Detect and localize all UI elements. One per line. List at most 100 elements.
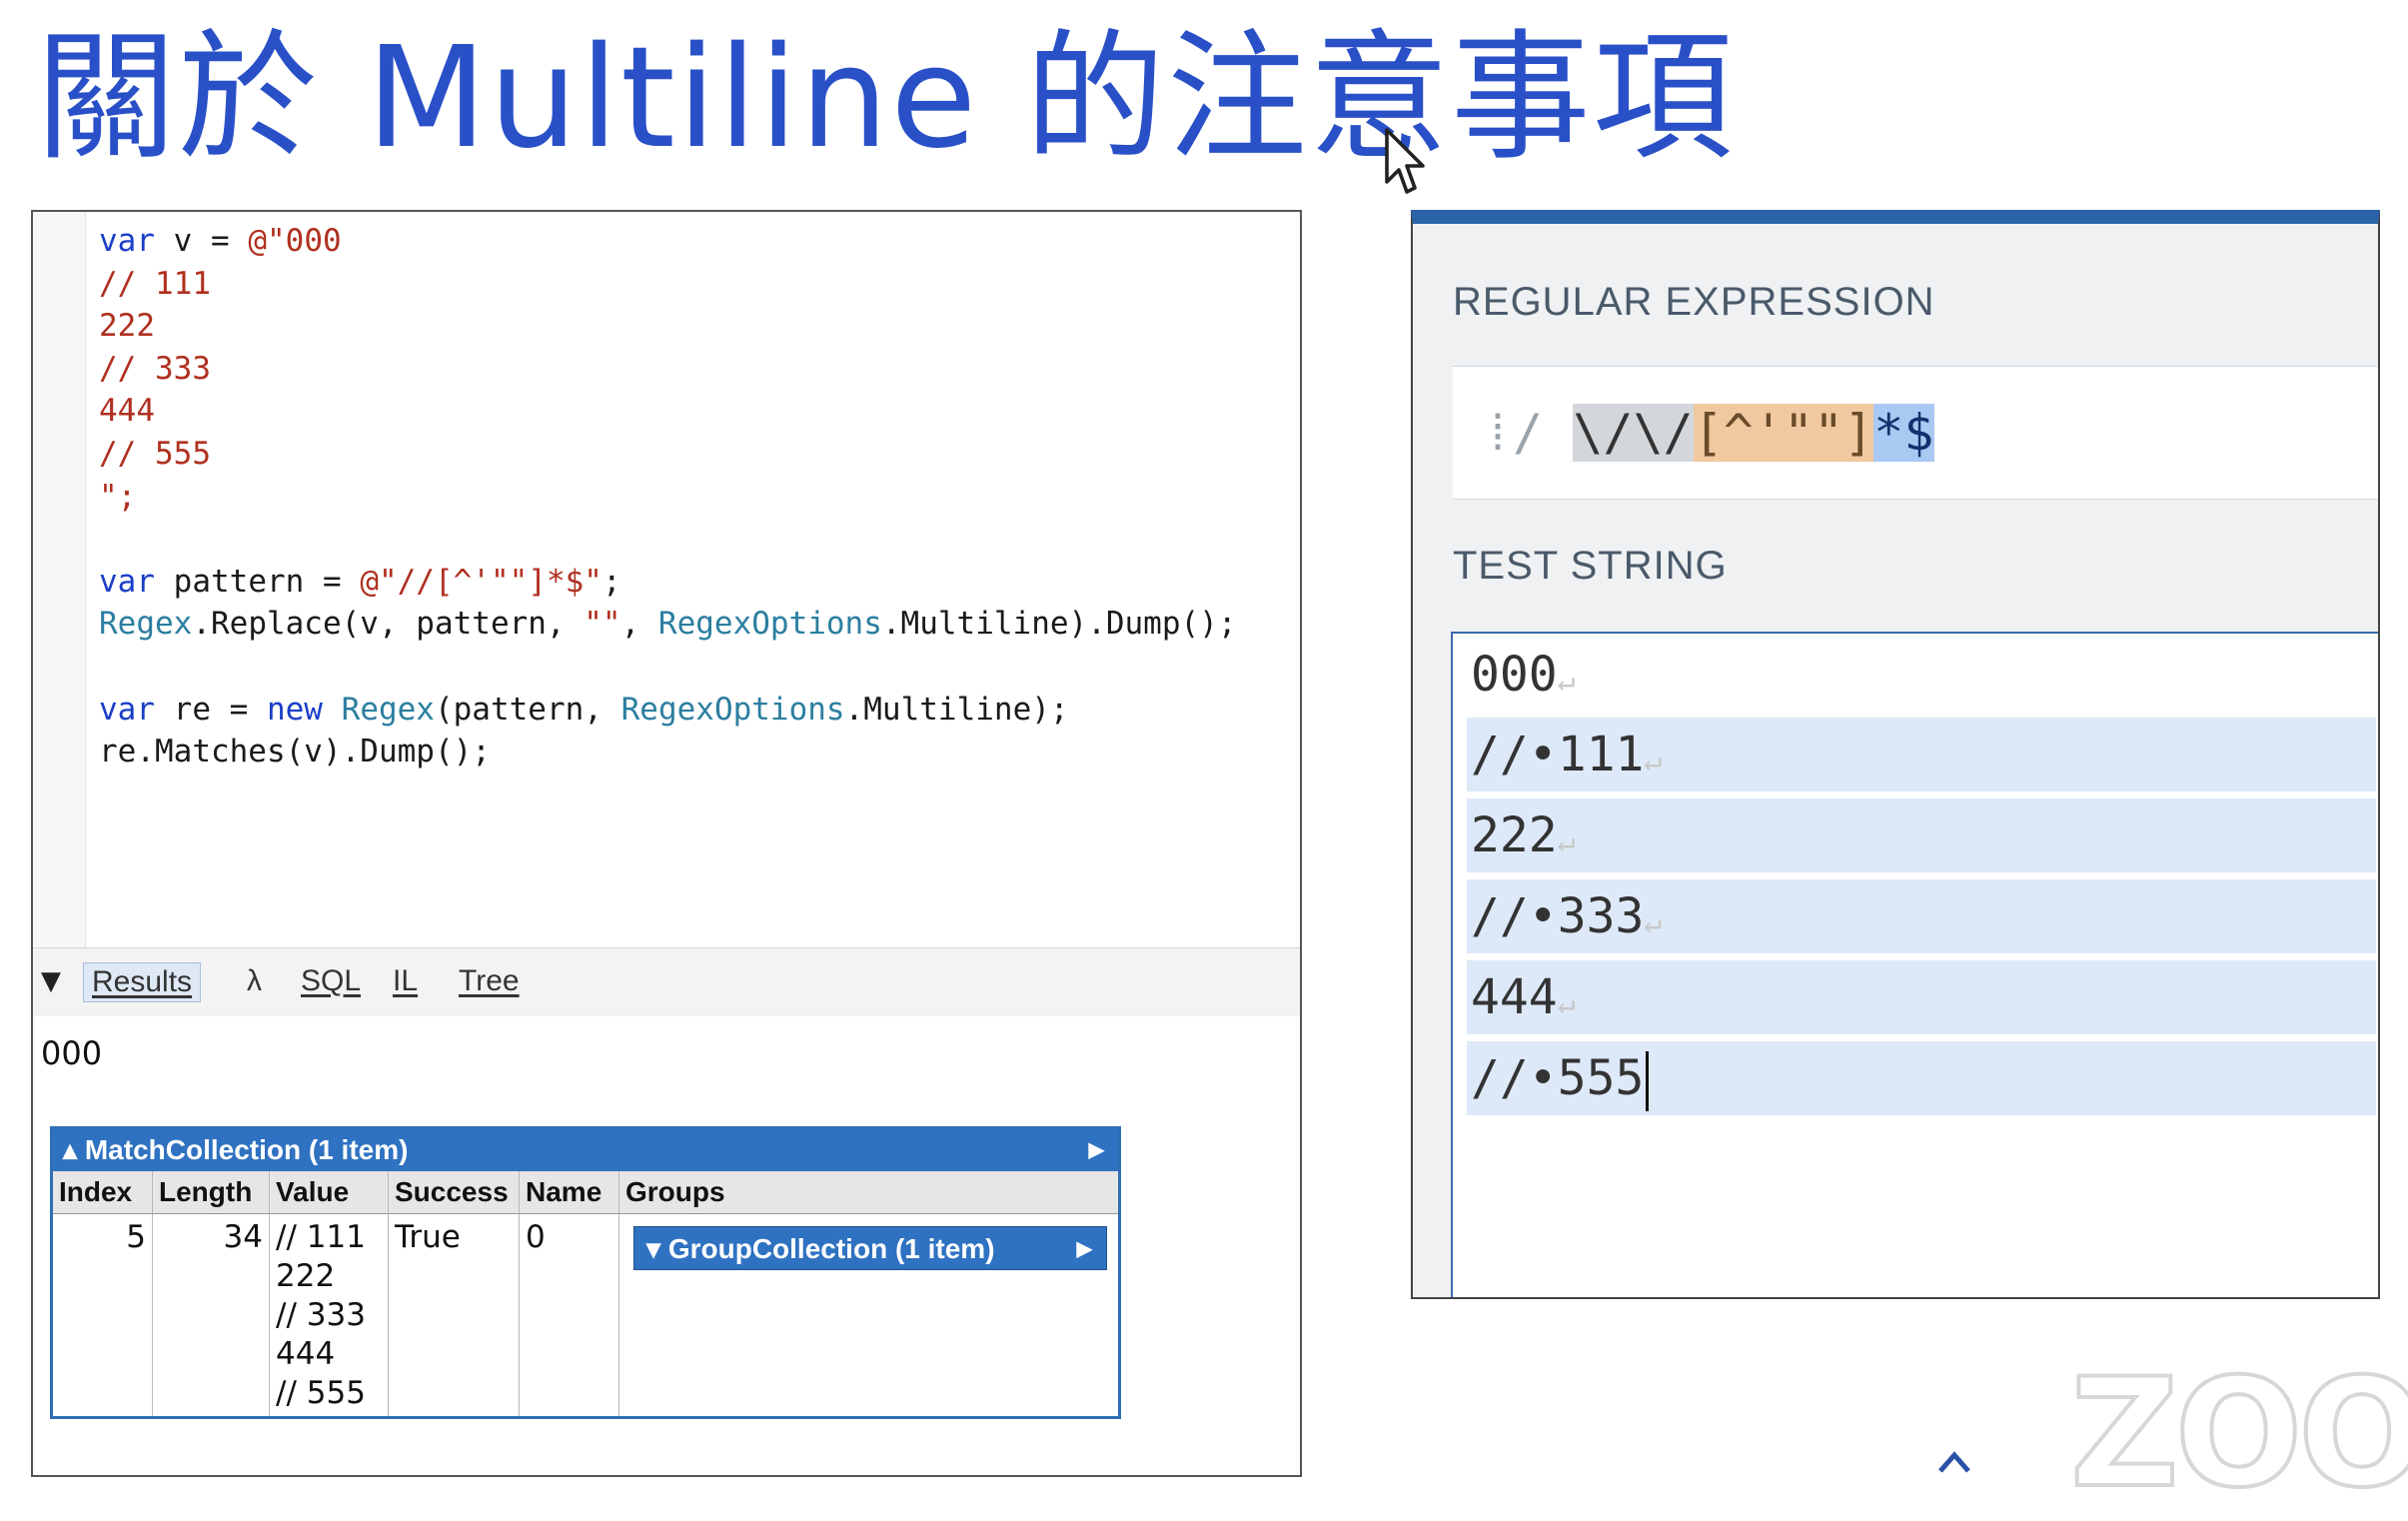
regex-expression[interactable]: ⁞/ \/\/[^'""]*$ — [1483, 403, 1934, 463]
test-line-text: //•333 — [1471, 888, 1645, 944]
code-token: ; — [602, 563, 621, 600]
results-tab-bar: ▼ Results λ SQL IL Tree — [33, 947, 1300, 1017]
collapse-triangle-icon: ▾ — [646, 1233, 668, 1264]
text-caret — [1646, 1051, 1650, 1111]
column-header: Index — [53, 1171, 153, 1213]
code-token: .Replace(v, pattern, — [192, 606, 585, 643]
code-token: v = — [155, 223, 249, 259]
collapse-arrow-icon[interactable]: ▴ — [63, 1134, 85, 1165]
code-line[interactable]: // 333 — [99, 348, 1237, 391]
cell-name: 0 — [520, 1214, 619, 1416]
cell-success: True — [389, 1214, 520, 1416]
test-string-input[interactable]: 000↵//•111↵ 222↵//•333↵ 444↵//•555 — [1451, 632, 2378, 1297]
code-token: Regex — [341, 691, 435, 728]
editor-gutter — [33, 212, 86, 947]
cell-index: 5 — [53, 1214, 153, 1416]
cursor-arrow-icon — [1385, 128, 1425, 194]
column-header: Success — [389, 1171, 520, 1213]
zoom-watermark: ZOO — [2068, 1347, 2408, 1521]
code-token: , — [620, 606, 658, 643]
test-line-text: 222 — [1471, 807, 1558, 863]
code-token: new — [266, 691, 323, 728]
cell-groups: ▾ GroupCollection (1 item) ▶ — [619, 1214, 1118, 1416]
code-line[interactable]: var pattern = @"//[^'""]*$"; — [99, 561, 1237, 604]
cell-length: 34 — [153, 1214, 270, 1416]
regex-section-label: REGULAR EXPRESSION — [1453, 280, 1935, 324]
newline-icon: ↵ — [1557, 986, 1576, 1021]
code-token: re.Matches(v).Dump(); — [99, 734, 491, 770]
tab-results[interactable]: Results — [83, 962, 202, 1002]
code-token: @"//[^'""]*$" — [360, 563, 602, 600]
code-token: .Multiline).Dump(); — [881, 606, 1237, 643]
code-token: // 333 — [99, 350, 211, 387]
test-line-matched: 444↵ — [1467, 960, 2376, 1034]
code-line[interactable]: // 555 — [99, 433, 1237, 476]
column-header: Groups — [625, 1176, 725, 1207]
page-title: 關於 Multiline 的注意事項 — [36, 17, 1735, 180]
code-line[interactable]: 444 — [99, 390, 1237, 433]
code-line[interactable] — [99, 518, 1237, 561]
table-row: 5 34 // 111 222 // 333 444 // 555 True 0… — [53, 1214, 1118, 1416]
code-line[interactable] — [99, 646, 1237, 689]
code-token: Regex — [99, 606, 193, 643]
group-collection-label: GroupCollection (1 item) — [667, 1233, 995, 1264]
code-token: RegexOptions — [657, 606, 882, 643]
newline-icon: ↵ — [1644, 905, 1663, 940]
code-token: re = — [155, 691, 267, 728]
linqpad-window: var v = @"000// 111 222// 333 444// 555 "; … — [31, 210, 1302, 1477]
code-token: (pattern, — [434, 691, 621, 728]
replace-dump-output: 000 — [41, 1034, 103, 1072]
newline-icon: ↵ — [1557, 664, 1576, 699]
tab-sql[interactable]: SQL — [293, 962, 369, 1000]
regex-token-negated-set: [^'""] — [1693, 404, 1874, 462]
expand-arrow-icon[interactable]: ▶ — [1077, 1227, 1092, 1271]
test-line-text: //•555 — [1471, 1050, 1645, 1106]
tab-il[interactable]: IL — [385, 962, 426, 1000]
code-content[interactable]: var v = @"000// 111 222// 333 444// 555 "; … — [99, 220, 1237, 773]
regex-token-escapes: \/\/ — [1573, 404, 1694, 462]
code-token: var — [99, 691, 155, 728]
code-line[interactable]: var v = @"000 — [99, 220, 1237, 263]
test-line-matched: //•111↵ — [1467, 718, 2376, 791]
code-line[interactable]: var re = new Regex(pattern, RegexOptions… — [99, 689, 1237, 732]
regex-input[interactable]: ⁞/ \/\/[^'""]*$ — [1453, 366, 2378, 500]
test-line: 000↵ — [1467, 638, 2376, 712]
code-line[interactable]: re.Matches(v).Dump(); — [99, 731, 1237, 773]
code-token: 222 — [99, 308, 155, 345]
test-string-section-label: TEST STRING — [1453, 544, 1728, 588]
code-token: var — [99, 563, 155, 600]
tab-lambda[interactable]: λ — [239, 962, 270, 1000]
collapse-triangle-icon[interactable]: ▼ — [41, 966, 61, 996]
newline-icon: ↵ — [1557, 824, 1576, 859]
up-chevron-icon[interactable] — [1938, 1449, 1970, 1473]
tab-tree[interactable]: Tree — [451, 962, 528, 1000]
table-header-row: Index Length Value Success Name Groups — [53, 1171, 1118, 1214]
regex-tester-panel: REGULAR EXPRESSION ⁞/ \/\/[^'""]*$ TEST … — [1411, 210, 2380, 1299]
test-line-text: 444 — [1471, 969, 1558, 1025]
expand-arrow-icon[interactable]: ▶ — [1089, 1129, 1104, 1171]
test-line-text: //•111 — [1471, 727, 1645, 782]
code-token: "; — [99, 478, 137, 515]
results-pane: 000 ▴ MatchCollection (1 item) ▶ Index L… — [33, 1016, 1300, 1475]
newline-icon: ↵ — [1644, 744, 1663, 778]
match-collection-header[interactable]: ▴ MatchCollection (1 item) ▶ — [53, 1129, 1118, 1171]
match-collection-table: ▴ MatchCollection (1 item) ▶ Index Lengt… — [50, 1126, 1121, 1419]
code-line[interactable]: Regex.Replace(v, pattern, "", RegexOptio… — [99, 603, 1237, 646]
cell-value: // 111 222 // 333 444 // 555 — [270, 1214, 389, 1416]
code-token: // 111 — [99, 265, 211, 302]
column-header: Length — [153, 1171, 270, 1213]
code-line[interactable]: 222 — [99, 305, 1237, 348]
test-line-matched: //•555 — [1467, 1041, 2376, 1115]
code-editor[interactable]: var v = @"000// 111 222// 333 444// 555 "; … — [33, 212, 1300, 947]
code-token: 444 — [99, 393, 155, 430]
code-token: "" — [584, 606, 621, 643]
code-line[interactable]: // 111 — [99, 263, 1237, 306]
group-collection-button[interactable]: ▾ GroupCollection (1 item) ▶ — [633, 1226, 1107, 1270]
code-token: // 555 — [99, 435, 211, 472]
test-line-matched: //•333↵ — [1467, 879, 2376, 953]
drag-handle-icon: ⁞ — [1483, 404, 1514, 462]
regex-delimiter: / — [1513, 404, 1544, 462]
code-token: pattern = — [155, 563, 361, 600]
code-line[interactable]: "; — [99, 476, 1237, 519]
